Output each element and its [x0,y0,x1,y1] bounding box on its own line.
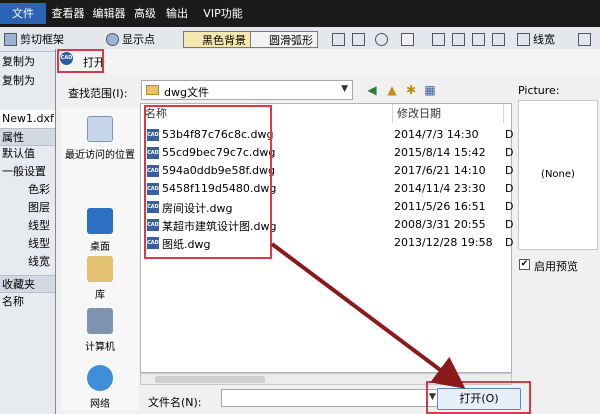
arrow-line [270,242,466,389]
annotation-arrow [270,242,466,389]
